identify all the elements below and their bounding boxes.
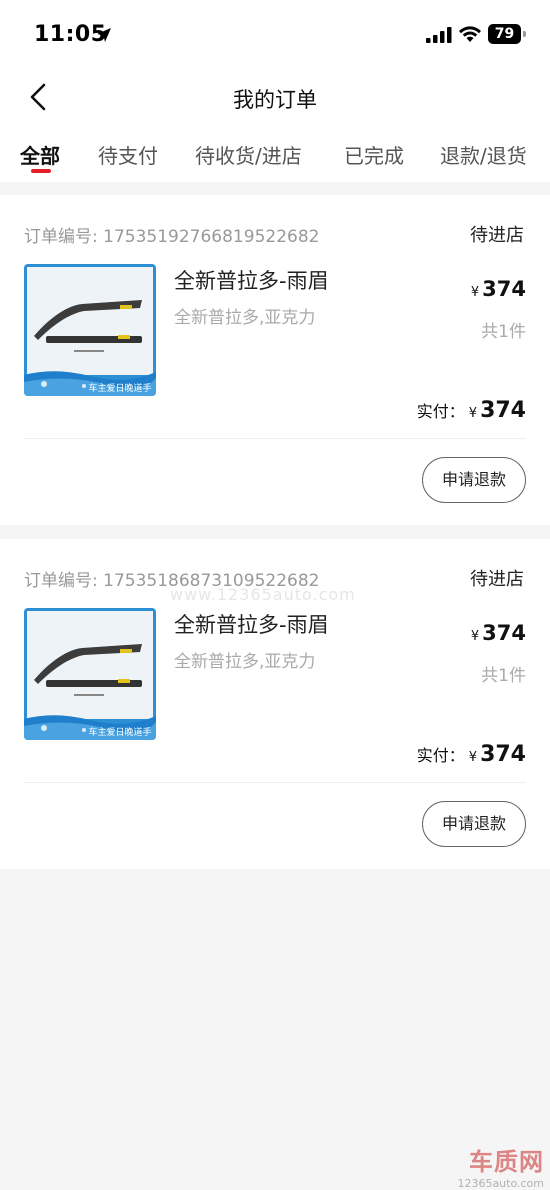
location-arrow-icon [97, 28, 111, 42]
watermark: 车质网 12365auto.com [457, 1142, 544, 1190]
thumbnail-caption: 车主爱日晚道手 [88, 382, 151, 394]
center-watermark: www.12365auto.com [170, 585, 356, 604]
battery-level: 79 [494, 26, 515, 42]
order-status: 待进店 [470, 569, 524, 590]
status-bar: 11:05 79 [0, 0, 550, 70]
order-card[interactable]: 订单编号: 17535192766819522682 待进店 车主爱日晚道手 全… [0, 195, 550, 525]
header-area: 11:05 79 我的订单 全部 待支付 待收货/进店 已完成 退款/退货 [0, 0, 550, 182]
product-spec: 全新普拉多,亚克力 [174, 308, 316, 328]
divider [24, 782, 526, 783]
wifi-icon [459, 26, 481, 42]
product-thumbnail[interactable]: 车主爱日晚道手 [24, 608, 156, 740]
unit-price: ¥374 [471, 621, 526, 645]
product-spec: 全新普拉多,亚克力 [174, 652, 316, 672]
tab-awaiting-receipt[interactable]: 待收货/进店 [195, 140, 302, 169]
total-paid: 实付： ¥374 [417, 398, 526, 423]
unit-price-value: 374 [482, 277, 526, 301]
battery-indicator: 79 [488, 24, 526, 44]
currency-symbol: ¥ [470, 629, 480, 644]
order-number: 订单编号: 17535192766819522682 [24, 222, 319, 247]
cellular-signal-icon [426, 27, 452, 43]
request-refund-button[interactable]: 申请退款 [422, 801, 526, 847]
order-number-value: 17535192766819522682 [103, 227, 320, 247]
order-number-label: 订单编号: [24, 227, 98, 247]
order-status: 待进店 [470, 225, 524, 246]
product-name[interactable]: 全新普拉多-雨眉 [174, 609, 329, 639]
tab-all[interactable]: 全部 [20, 140, 60, 169]
product-name[interactable]: 全新普拉多-雨眉 [174, 265, 329, 295]
total-paid-value: 374 [480, 742, 526, 767]
divider [24, 438, 526, 439]
page-title: 我的订单 [233, 88, 317, 112]
total-paid: 实付： ¥374 [417, 742, 526, 767]
currency-symbol: ¥ [470, 285, 480, 300]
thumbnail-caption: 车主爱日晚道手 [88, 726, 151, 738]
tab-completed[interactable]: 已完成 [344, 140, 404, 169]
total-paid-label: 实付： [416, 402, 465, 421]
watermark-brand: 车质网 [469, 1148, 544, 1176]
total-paid-value: 374 [480, 398, 526, 423]
nav-bar: 我的订单 [0, 70, 550, 126]
tab-refund-return[interactable]: 退款/退货 [440, 140, 527, 169]
request-refund-button[interactable]: 申请退款 [422, 457, 526, 503]
quantity: 共1件 [481, 666, 526, 686]
battery-cap [523, 31, 526, 37]
product-thumbnail[interactable]: 车主爱日晚道手 [24, 264, 156, 396]
unit-price: ¥374 [471, 277, 526, 301]
quantity: 共1件 [481, 322, 526, 342]
total-paid-label: 实付： [416, 746, 465, 765]
order-number-label: 订单编号: [24, 571, 98, 591]
watermark-url: 12365auto.com [457, 1177, 544, 1190]
currency-symbol: ¥ [468, 750, 478, 765]
order-tabs: 全部 待支付 待收货/进店 已完成 退款/退货 [0, 126, 550, 182]
currency-symbol: ¥ [468, 406, 478, 421]
active-tab-indicator [31, 169, 51, 173]
tab-pending-payment[interactable]: 待支付 [98, 140, 158, 169]
unit-price-value: 374 [482, 621, 526, 645]
